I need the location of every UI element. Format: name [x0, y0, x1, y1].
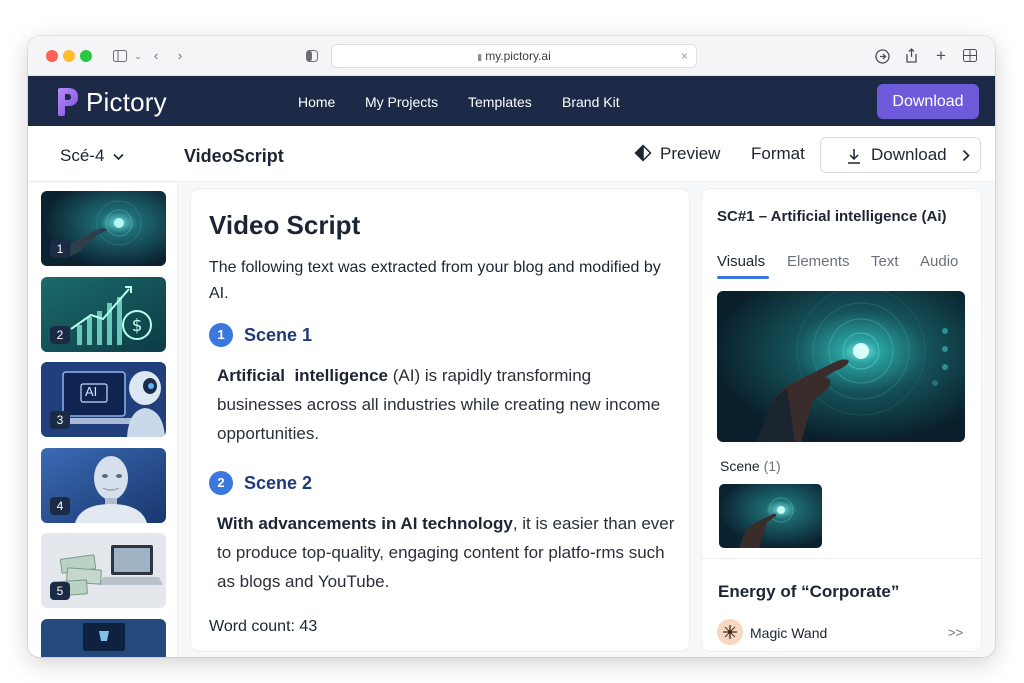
nav-link-home[interactable]: Home — [298, 93, 335, 111]
editor-toolbar: Scé-4 VideoScript Preview Format Downloa… — [28, 126, 995, 182]
scene-number-badge: 4 — [50, 497, 70, 515]
scene-thumbnail-6[interactable] — [41, 619, 166, 657]
svg-text:$: $ — [132, 316, 143, 336]
maximize-window-button[interactable] — [80, 50, 92, 62]
script-intro: The following text was extracted from yo… — [209, 259, 661, 302]
scene-thumbnail-list: 1 $ 2 AI 3 4 5 — [28, 183, 178, 657]
address-bar[interactable]: ▮ my.pictory.ai × — [331, 44, 697, 68]
navbar-download-button[interactable]: Download — [877, 84, 979, 119]
ai-hand-image — [717, 291, 965, 442]
chevron-down-icon — [113, 153, 124, 160]
tab-elements[interactable]: Elements — [787, 252, 850, 272]
scene-thumbnail-2[interactable]: $ 2 — [41, 277, 166, 352]
clear-url-icon[interactable]: × — [681, 45, 688, 67]
chevron-down-icon[interactable]: ⌄ — [133, 46, 143, 66]
scene-heading-label: Scene 2 — [244, 473, 313, 493]
scene-number-badge: 2 — [50, 326, 70, 344]
script-title: Video Script — [209, 210, 361, 240]
scene-thumbnail-3[interactable]: AI 3 — [41, 362, 166, 437]
format-button[interactable]: Format — [751, 144, 805, 164]
scene-count-label: Scene (1) — [720, 457, 781, 475]
url-text: my.pictory.ai — [485, 49, 551, 63]
scene-2-text[interactable]: With advancements in AI technology, it i… — [217, 509, 677, 596]
scene-number-badge: 5 — [50, 582, 70, 600]
scene-number-badge: 3 — [50, 411, 70, 429]
tab-audio[interactable]: Audio — [920, 252, 958, 272]
scene-1-text[interactable]: Artificial intelligence (AI) is rapidly … — [217, 361, 677, 448]
sidebar-toggle-icon[interactable] — [112, 46, 128, 68]
expand-more-button[interactable]: >> — [948, 624, 963, 642]
logo-text[interactable]: Pictory — [86, 87, 167, 117]
scene-label: Scene — [720, 458, 760, 474]
magic-wand-icon[interactable] — [717, 619, 743, 645]
active-tab-indicator — [717, 276, 769, 279]
preview-label: Preview — [660, 144, 721, 163]
download-status-icon[interactable] — [873, 46, 891, 70]
tab-text[interactable]: Text — [871, 252, 899, 272]
scene-1-heading[interactable]: 1 Scene 1 — [209, 323, 312, 347]
forward-arrow-icon[interactable]: › — [173, 46, 187, 66]
new-tab-icon[interactable]: + — [933, 46, 949, 66]
nav-link-my-projects[interactable]: My Projects — [365, 93, 438, 111]
word-count: Word count: 43 — [209, 618, 318, 635]
download-label: Download — [871, 145, 947, 164]
back-arrow-icon[interactable]: ‹ — [149, 46, 163, 66]
close-window-button[interactable] — [46, 50, 58, 62]
magic-wand-button[interactable]: Magic Wand — [750, 624, 827, 642]
scene-number-badge: 2 — [209, 471, 233, 495]
scene-settings-panel: SC#1 – Artificial intelligence (Ai) Visu… — [702, 189, 981, 651]
scene-clip-thumbnail[interactable] — [719, 484, 822, 548]
preview-icon — [634, 144, 652, 162]
ai-screen-text: AI — [85, 384, 98, 399]
tab-grid-icon[interactable] — [962, 46, 978, 68]
scene-thumbnail-5[interactable]: 5 — [41, 533, 166, 608]
pictory-logo-icon[interactable] — [57, 88, 79, 116]
scene-thumbnail-4[interactable]: 4 — [41, 448, 166, 523]
scene-selector-label: Scé-4 — [60, 146, 105, 165]
video-script-panel: Video Script The following text was extr… — [191, 189, 689, 651]
scene-thumbnail-1[interactable]: 1 — [41, 191, 166, 266]
scene-number-badge: 1 — [209, 323, 233, 347]
laptop-screen-image — [41, 619, 166, 657]
scene-number-badge: 1 — [50, 240, 70, 258]
lock-icon: ▮ — [477, 52, 483, 62]
scene-selector[interactable]: Scé-4 — [60, 146, 124, 166]
ai-hand-image — [719, 484, 822, 548]
download-icon — [848, 149, 860, 164]
scene-2-heading[interactable]: 2 Scene 2 — [209, 471, 312, 495]
browser-toolbar: ⌄ ‹ › ▮ my.pictory.ai × + — [28, 36, 995, 76]
page-title: VideoScript — [184, 146, 284, 166]
share-icon[interactable] — [903, 46, 919, 69]
app-navbar: Pictory Home My Projects Templates Brand… — [28, 76, 995, 126]
preview-button[interactable]: Preview — [634, 144, 720, 164]
scene-visual-preview[interactable] — [717, 291, 965, 442]
tab-visuals[interactable]: Visuals — [717, 252, 765, 272]
scene-settings-title: SC#1 – Artificial intelligence (Ai) — [717, 208, 947, 225]
minimize-window-button[interactable] — [63, 50, 75, 62]
tab-overview-icon[interactable] — [305, 46, 319, 68]
nav-link-brand-kit[interactable]: Brand Kit — [562, 93, 620, 111]
scene-2-bold-text: With advancements in AI technology — [217, 514, 513, 533]
scene-1-bold-text: Artificial intelligence — [217, 366, 388, 385]
nav-link-templates[interactable]: Templates — [468, 93, 532, 111]
energy-heading: Energy of “Corporate” — [718, 582, 900, 601]
toolbar-download-button[interactable]: Download — [820, 137, 981, 173]
chevron-right-icon — [962, 149, 970, 162]
scene-count: (1) — [763, 458, 781, 474]
panel-divider — [702, 558, 981, 559]
browser-window: ⌄ ‹ › ▮ my.pictory.ai × + Pictory Home My… — [28, 36, 995, 657]
scene-heading-label: Scene 1 — [244, 325, 313, 345]
